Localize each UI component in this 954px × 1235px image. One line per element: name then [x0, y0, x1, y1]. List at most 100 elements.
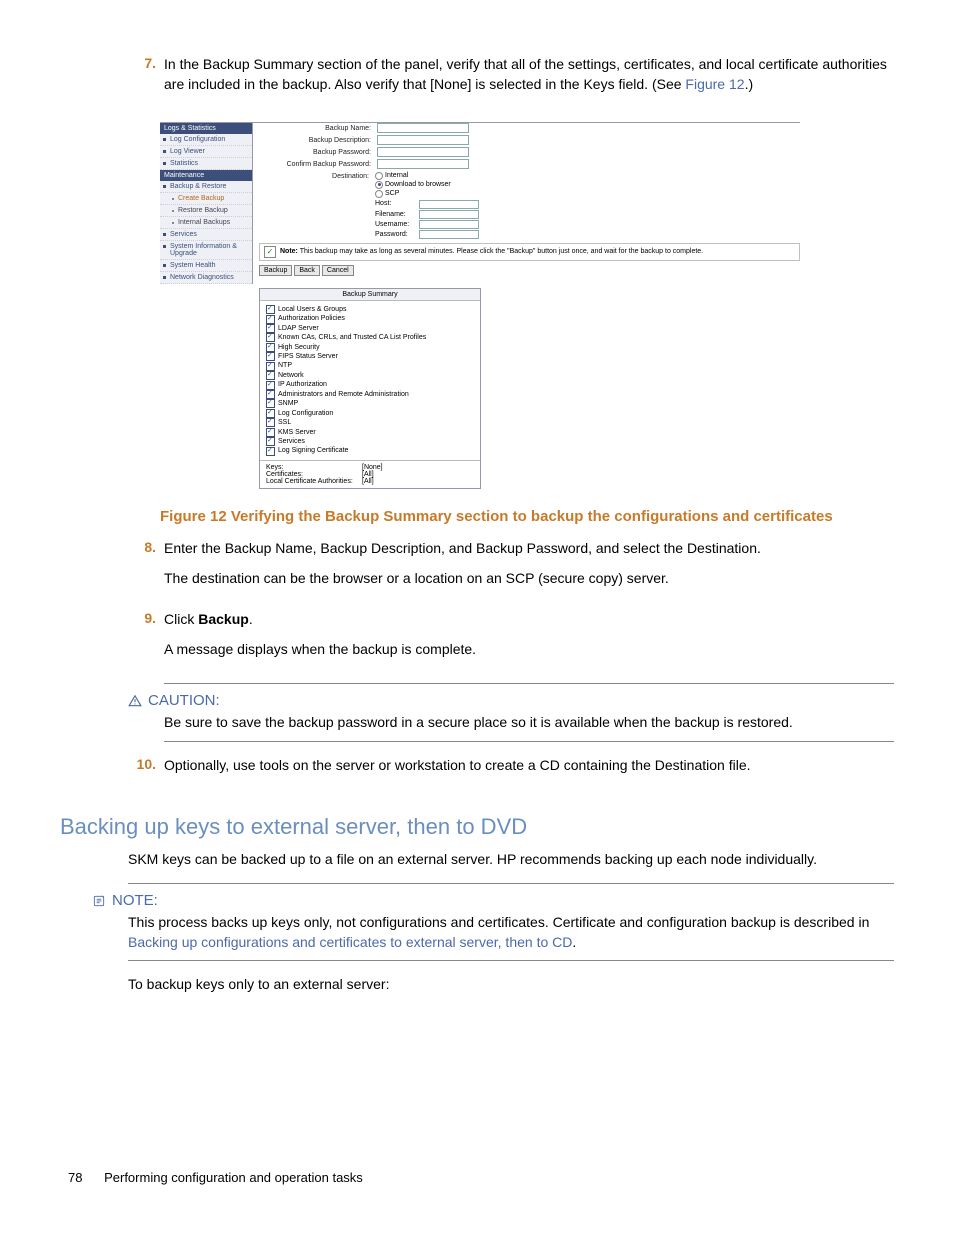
section-intro: SKM keys can be backed up to a file on a… — [128, 850, 894, 870]
summary-item: Authorization Policies — [266, 314, 474, 323]
form-button[interactable]: Back — [294, 265, 320, 276]
sidebar-item[interactable]: Backup & Restore — [160, 181, 252, 193]
summary-item-label: SSL — [278, 418, 291, 427]
summary-item: Network — [266, 371, 474, 380]
backup-note: ✓ Note: This backup may take as long as … — [259, 243, 800, 261]
radio-icon — [375, 190, 383, 198]
form-row: Backup Password: — [259, 147, 479, 157]
text-input[interactable] — [419, 210, 479, 219]
form-button[interactable]: Backup — [259, 265, 292, 276]
list-item-10: 10. Optionally, use tools on the server … — [128, 756, 894, 786]
summary-item-label: Local Users & Groups — [278, 305, 346, 314]
radio-option[interactable]: Internal — [375, 171, 479, 180]
destination-row: Destination:InternalDownload to browserS… — [259, 171, 479, 239]
summary-footer-key: Keys: — [266, 464, 362, 471]
summary-item: Administrators and Remote Administration — [266, 390, 474, 399]
summary-footer-key: Certificates: — [266, 471, 362, 478]
caution-body: Be sure to save the backup password in a… — [164, 713, 894, 733]
note-body-1: This process backs up keys only, not con… — [128, 914, 869, 930]
backup-summary-panel: Backup Summary Local Users & GroupsAutho… — [259, 288, 481, 489]
form-label: Confirm Backup Password: — [259, 159, 377, 168]
radio-option[interactable]: Download to browser — [375, 180, 479, 189]
sidebar-header-logs: Logs & Statistics — [160, 123, 252, 134]
after-note-block: To backup keys only to an external serve… — [128, 975, 894, 995]
radio-label: Internal — [385, 171, 408, 180]
scp-subrow: Filename: — [375, 210, 479, 219]
summary-item-label: KMS Server — [278, 428, 316, 437]
sidebar-item[interactable]: System Health — [160, 260, 252, 272]
sidebar-item[interactable]: Statistics — [160, 158, 252, 170]
screenshot-sidebar: Logs & Statistics Log ConfigurationLog V… — [160, 123, 253, 284]
note-body-2: . — [572, 934, 576, 950]
form-buttons: BackupBackCancel — [259, 265, 800, 276]
form-label: Backup Description: — [259, 135, 377, 144]
summary-item-label: Log Configuration — [278, 409, 333, 418]
summary-item: Log Signing Certificate — [266, 446, 474, 455]
list-number: 10. — [128, 756, 156, 786]
summary-footer-row: Certificates:[All] — [266, 471, 474, 478]
caution-label-text: CAUTION: — [148, 692, 220, 709]
sidebar-item[interactable]: Network Diagnostics — [160, 272, 252, 284]
list-item-8: 8. Enter the Backup Name, Backup Descrip… — [128, 539, 894, 598]
summary-item-label: Network — [278, 371, 304, 380]
text-input[interactable] — [419, 220, 479, 229]
note-check-icon: ✓ — [264, 246, 276, 258]
summary-footer-row: Keys:[None] — [266, 464, 474, 471]
radio-option[interactable]: SCP — [375, 189, 479, 198]
sidebar-header-maintenance: Maintenance — [160, 170, 252, 181]
text-input[interactable] — [419, 200, 479, 209]
form-button[interactable]: Cancel — [322, 265, 354, 276]
summary-item: KMS Server — [266, 428, 474, 437]
sidebar-item[interactable]: Create Backup — [160, 193, 252, 205]
radio-group: InternalDownload to browserSCPHost: Filen… — [375, 171, 479, 239]
list-number: 8. — [128, 539, 156, 598]
step7-text-2: .) — [745, 76, 754, 92]
step9-p1c: . — [249, 611, 253, 627]
text-input[interactable] — [377, 147, 469, 157]
note-callout: NOTE: This process backs up keys only, n… — [128, 883, 894, 961]
summary-item-label: NTP — [278, 361, 292, 370]
form-label: Backup Password: — [259, 147, 377, 156]
summary-item: SSL — [266, 418, 474, 427]
sidebar-item[interactable]: Internal Backups — [160, 217, 252, 229]
form-label: Username: — [375, 220, 417, 229]
summary-item: High Security — [266, 343, 474, 352]
summary-footer-value: [All] — [362, 471, 374, 478]
summary-footer-value: [None] — [362, 464, 383, 471]
sidebar-item[interactable]: System Information & Upgrade — [160, 241, 252, 260]
radio-icon — [375, 181, 383, 189]
summary-item-label: Administrators and Remote Administration — [278, 390, 409, 399]
figure-link[interactable]: Figure 12 — [685, 76, 744, 92]
summary-footer-row: Local Certificate Authorities:[All] — [266, 478, 474, 485]
summary-item-label: Log Signing Certificate — [278, 446, 348, 455]
step9-p1a: Click — [164, 611, 198, 627]
scp-subrow: Host: — [375, 199, 479, 208]
summary-item-label: FIPS Status Server — [278, 352, 338, 361]
step8-p2: The destination can be the browser or a … — [164, 569, 894, 589]
checkbox-icon — [266, 447, 275, 456]
step8-p1: Enter the Backup Name, Backup Descriptio… — [164, 539, 894, 559]
sidebar-item[interactable]: Log Configuration — [160, 134, 252, 146]
summary-footer-key: Local Certificate Authorities: — [266, 478, 362, 485]
sidebar-item[interactable]: Log Viewer — [160, 146, 252, 158]
summary-item: Log Configuration — [266, 409, 474, 418]
text-input[interactable] — [377, 135, 469, 145]
summary-footer-value: [All] — [362, 478, 374, 485]
text-input[interactable] — [377, 123, 469, 133]
radio-label: SCP — [385, 189, 399, 198]
note-text: This backup may take as long as several … — [300, 248, 703, 255]
note-link[interactable]: Backing up configurations and certificat… — [128, 934, 572, 950]
list-item-7: 7. In the Backup Summary section of the … — [128, 55, 894, 104]
summary-item-label: Services — [278, 437, 305, 446]
summary-item-label: High Security — [278, 343, 320, 352]
summary-item-label: Authorization Policies — [278, 314, 345, 323]
intro-text: SKM keys can be backed up to a file on a… — [128, 850, 894, 870]
text-input[interactable] — [377, 159, 469, 169]
summary-item: NTP — [266, 361, 474, 370]
text-input[interactable] — [419, 230, 479, 239]
sidebar-item[interactable]: Restore Backup — [160, 205, 252, 217]
form-row: Backup Name: — [259, 123, 479, 133]
sidebar-item[interactable]: Services — [160, 229, 252, 241]
note-icon — [92, 894, 106, 908]
list-number: 7. — [128, 55, 156, 104]
